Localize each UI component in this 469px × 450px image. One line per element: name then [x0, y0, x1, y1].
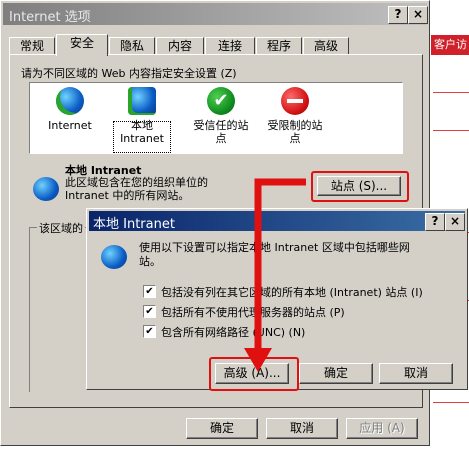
include-unc-checkbox[interactable]: ✔ [143, 325, 156, 338]
security-level-group [29, 227, 88, 392]
background-divider [433, 402, 469, 403]
zone-local-intranet[interactable]: 本地 Intranet [112, 87, 172, 153]
restricted-icon [281, 87, 309, 115]
ok-button[interactable]: 确定 [186, 418, 258, 439]
dialog-titlebar[interactable]: 本地 Intranet ? × [89, 211, 465, 232]
include-unc-label: 包含所有网络路径 (UNC) (N) [161, 326, 306, 339]
zone-label: 受限制的站 点 [267, 119, 323, 145]
window-title: Internet 选项 [9, 10, 91, 25]
background-page-banner: 客户访 [431, 35, 469, 55]
dialog-title: 本地 Intranet [93, 217, 175, 232]
local-intranet-dialog: 本地 Intranet ? × 使用以下设置可以指定本地 Intranet 区域… [86, 208, 468, 391]
tab-general[interactable]: 常规 [9, 37, 55, 55]
cancel-button[interactable]: 取消 [266, 418, 338, 439]
background-divider [433, 92, 469, 93]
include-local-sites-label: 包括没有列在其它区域的所有本地 (Intranet) 站点 (I) [161, 286, 423, 299]
apply-button[interactable]: 应用 (A) [346, 418, 418, 439]
network-globe-icon [128, 87, 156, 115]
include-no-proxy-label: 包括所有不使用代理服务器的站点 (P) [161, 306, 345, 319]
tab-privacy[interactable]: 隐私 [109, 37, 155, 55]
zone-label: Internet [48, 119, 92, 132]
zone-trusted-sites[interactable]: ✔ 受信任的站 点 [188, 87, 254, 145]
globe-icon [56, 87, 84, 115]
tab-connections[interactable]: 连接 [205, 37, 255, 55]
sites-button-highlight [311, 171, 409, 202]
zone-selection-outline [113, 121, 171, 153]
dialog-intro: 使用以下设置可以指定本地 Intranet 区域中包括哪些网 站。 [139, 241, 410, 268]
zone-restricted-sites[interactable]: 受限制的站 点 [262, 87, 328, 145]
security-level-label: 该区域的 [37, 220, 85, 236]
check-circle-icon: ✔ [207, 87, 235, 115]
dialog-ok-button[interactable]: 确定 [299, 363, 373, 384]
include-local-sites-checkbox[interactable]: ✔ [143, 285, 156, 298]
intranet-icon [33, 177, 59, 201]
zone-prompt: 请为不同区域的 Web 内容指定安全设置 (Z) [21, 67, 237, 80]
advanced-button-highlight [209, 357, 299, 391]
help-button[interactable]: ? [388, 6, 408, 24]
tab-content[interactable]: 内容 [156, 37, 204, 55]
background-divider [433, 130, 469, 131]
dialog-cancel-button[interactable]: 取消 [379, 363, 453, 384]
intranet-icon [101, 245, 127, 269]
include-no-proxy-checkbox[interactable]: ✔ [143, 305, 156, 318]
close-button[interactable]: × [408, 6, 428, 24]
tab-programs[interactable]: 程序 [256, 37, 302, 55]
dialog-help-button[interactable]: ? [425, 213, 445, 231]
selected-zone-description: 此区域包含在您的组织单位的 Intranet 中的所有网站。 [65, 176, 208, 202]
zone-label: 受信任的站 点 [193, 119, 249, 145]
dialog-close-button[interactable]: × [445, 213, 465, 231]
zone-internet[interactable]: Internet [40, 87, 100, 132]
tab-advanced[interactable]: 高级 [303, 37, 349, 55]
main-titlebar[interactable]: Internet 选项 ? × [3, 3, 428, 25]
zone-list[interactable]: Internet 本地 Intranet ✔ 受信任的站 点 受限制的站 点 [29, 82, 403, 154]
tab-security[interactable]: 安全 [56, 34, 108, 56]
